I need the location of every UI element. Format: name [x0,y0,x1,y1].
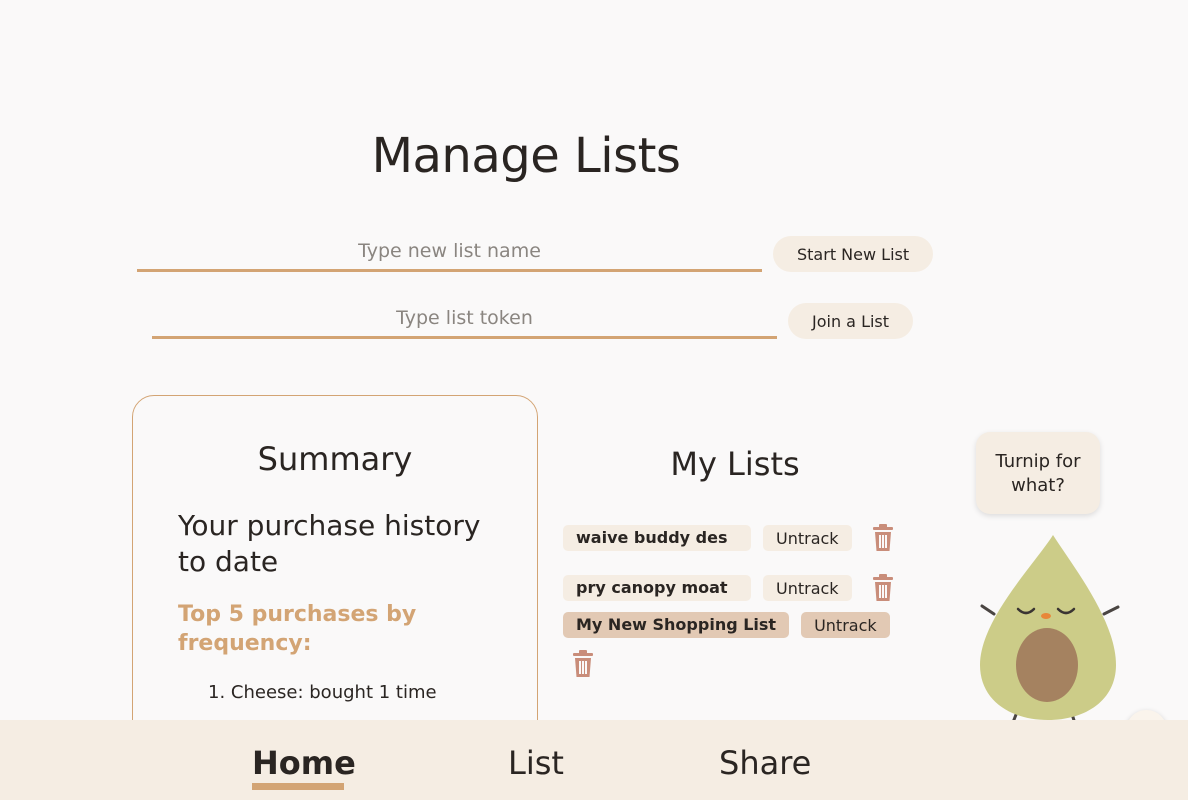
list-entry-active: My New Shopping List Untrack [563,612,890,638]
new-list-row: Start New List [137,232,934,272]
start-new-list-button[interactable]: Start New List [773,236,934,272]
mascot-speech-bubble: Turnip for what? [976,432,1100,514]
nav-home[interactable]: Home [252,744,356,782]
nav-share[interactable]: Share [719,744,811,782]
untrack-button[interactable]: Untrack [801,612,890,638]
trash-icon[interactable] [570,650,596,678]
my-lists-title: My Lists [670,445,800,483]
untrack-button[interactable]: Untrack [763,575,852,601]
list-name[interactable]: My New Shopping List [563,612,790,638]
list-token-input[interactable] [152,299,777,339]
nav-list[interactable]: List [508,744,564,782]
top-purchase-item: 1. Cheese: bought 1 time [208,682,437,703]
bottom-nav: Home List Share [0,720,1188,800]
avocado-mascot-icon [980,535,1120,732]
purchase-history-title: Your purchase history to date [178,509,481,578]
join-list-button[interactable]: Join a List [788,303,914,339]
trash-icon[interactable] [870,574,896,602]
list-entry: waive buddy des Untrack [563,524,896,552]
list-entry: pry canopy moat Untrack [563,574,896,602]
page-title: Manage Lists [371,128,681,184]
summary-title: Summary [257,440,413,478]
new-list-name-input[interactable] [137,232,762,272]
top-purchases-list: 1. Cheese: bought 1 time [178,682,492,703]
list-name[interactable]: pry canopy moat [563,575,751,601]
list-name[interactable]: waive buddy des [563,525,751,551]
untrack-button[interactable]: Untrack [763,525,852,551]
trash-icon[interactable] [870,524,896,552]
nav-active-indicator [252,783,344,790]
join-list-row: Join a List [152,299,914,339]
summary-card: Summary Your purchase history to date To… [132,395,538,755]
top-purchases-heading: Top 5 purchases by frequency: [178,602,417,656]
